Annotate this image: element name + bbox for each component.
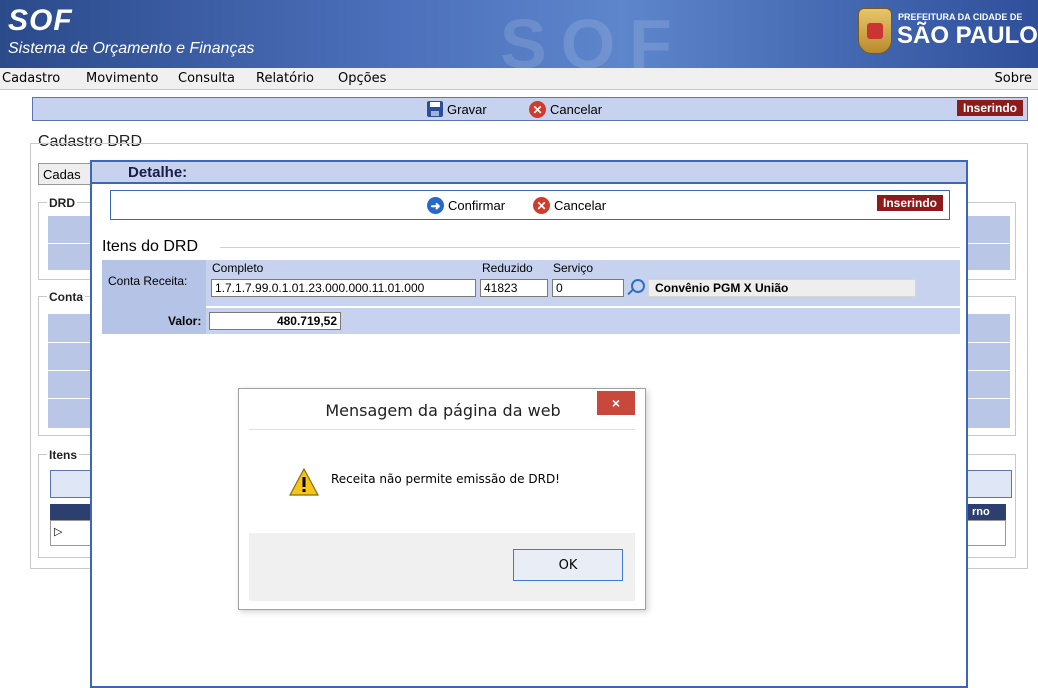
tab-cadastro[interactable]: Cadas <box>38 163 98 185</box>
conta-section-label: Conta <box>47 290 85 304</box>
menu-item-sobre[interactable]: Sobre <box>994 71 1032 86</box>
completo-input[interactable]: 1.7.1.7.99.0.1.01.23.000.000.11.01.000 <box>211 279 476 297</box>
menu-item-consulta[interactable]: Consulta <box>178 71 235 86</box>
detail-toolbar: ➜ Confirmar ✕ Cancelar Inserindo <box>110 190 950 220</box>
main-toolbar: Gravar ✕ Cancelar Inserindo <box>32 97 1028 121</box>
cancel-button[interactable]: ✕ Cancelar <box>529 101 602 118</box>
save-button[interactable]: Gravar <box>427 101 487 117</box>
valor-input[interactable]: 480.719,52 <box>209 312 341 330</box>
city-crest-icon <box>858 8 892 54</box>
dialog-title: Mensagem da página da web <box>325 401 561 420</box>
city-label-small: PREFEITURA DA CIDADE DE <box>898 12 1023 22</box>
cancel-x-icon: ✕ <box>529 101 546 118</box>
dialog-close-button[interactable]: × <box>597 391 635 415</box>
detail-status-badge: Inserindo <box>876 195 943 211</box>
confirm-button[interactable]: ➜ Confirmar <box>427 197 505 214</box>
floppy-disk-icon <box>427 101 443 117</box>
header-watermark: SOF <box>500 5 686 68</box>
detail-header: Detalhe: <box>92 162 966 184</box>
warning-icon <box>289 468 319 496</box>
item-fields: Conta Receita: Completo Reduzido Serviço… <box>102 260 960 336</box>
ok-button[interactable]: OK <box>513 549 623 581</box>
app-subtitle: Sistema de Orçamento e Finanças <box>8 40 255 57</box>
detail-cancel-label: Cancelar <box>554 198 607 213</box>
dialog-body: Receita não permite emissão de DRD! <box>249 429 635 533</box>
cancel-x-icon: ✕ <box>533 197 550 214</box>
cancel-button-label: Cancelar <box>550 102 603 117</box>
conta-description: Convênio PGM X União <box>648 279 916 297</box>
dialog-message: Receita não permite emissão de DRD! <box>331 472 560 486</box>
save-button-label: Gravar <box>447 101 487 117</box>
itens-drd-title: Itens do DRD <box>102 238 199 255</box>
menu-item-opcoes[interactable]: Opções <box>338 71 386 86</box>
reduzido-input[interactable]: 41823 <box>480 279 548 297</box>
detail-title: Detalhe: <box>128 164 188 181</box>
conta-receita-label: Conta Receita: <box>108 274 188 288</box>
status-badge: Inserindo <box>956 100 1023 116</box>
drd-section-label: DRD <box>47 196 77 210</box>
menu-item-relatorio[interactable]: Relatório <box>256 71 314 86</box>
valor-label: Valor: <box>168 314 202 328</box>
app-logo-text: SOF <box>8 4 73 37</box>
app-header: SOF SOF Sistema de Orçamento e Finanças … <box>0 0 1038 68</box>
menu-item-movimento[interactable]: Movimento <box>86 71 158 86</box>
dialog-footer: OK <box>249 533 635 601</box>
menu-bar: Cadastro Movimento Consulta Relatório Op… <box>0 68 1038 90</box>
itens-section-label: Itens <box>47 448 80 462</box>
servico-label: Serviço <box>553 261 594 275</box>
itens-column-header: rno <box>972 506 990 518</box>
confirm-arrow-icon: ➜ <box>427 197 444 214</box>
reduzido-label: Reduzido <box>482 261 533 275</box>
confirm-button-label: Confirmar <box>448 198 506 213</box>
detail-cancel-button[interactable]: ✕ Cancelar <box>533 197 606 214</box>
search-icon[interactable] <box>624 277 646 299</box>
row-pointer-icon[interactable]: ▷ <box>54 525 62 538</box>
menu-item-cadastro[interactable]: Cadastro <box>2 71 60 86</box>
message-dialog: Mensagem da página da web × Receita não … <box>238 388 646 610</box>
completo-label: Completo <box>212 261 264 275</box>
section-divider <box>220 247 960 248</box>
servico-input[interactable]: 0 <box>552 279 624 297</box>
city-label-big: SÃO PAULO <box>897 22 1038 49</box>
